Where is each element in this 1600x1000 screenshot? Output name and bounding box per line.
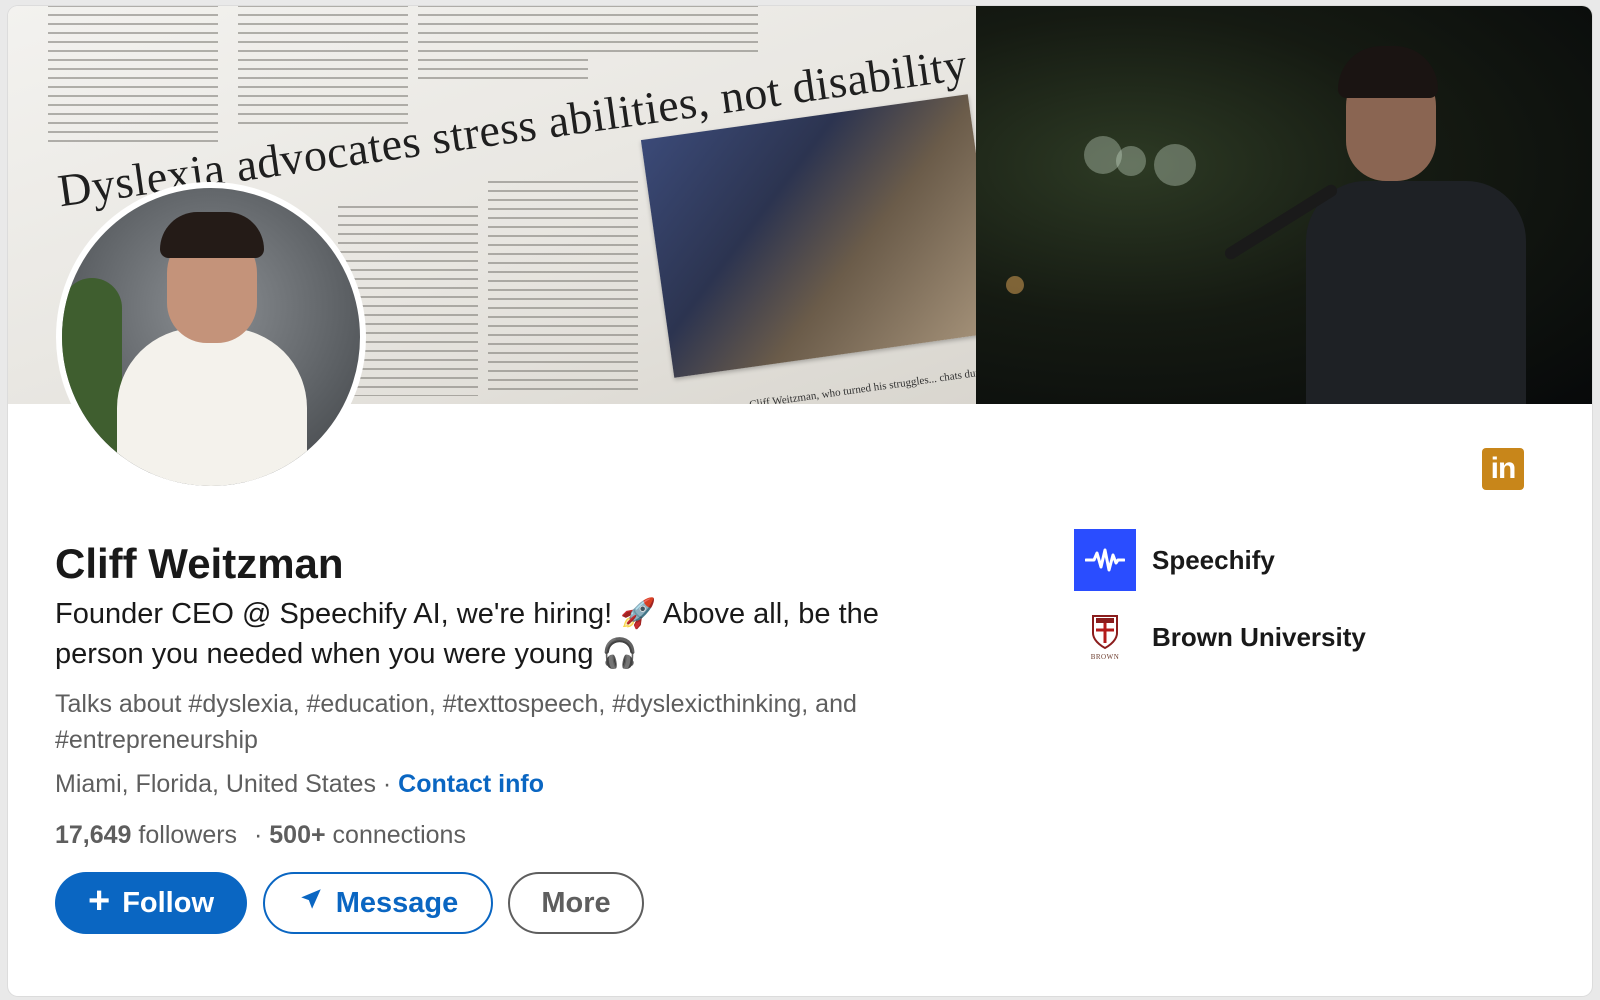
followers-label: followers [131,821,238,849]
org-speechify[interactable]: Speechify [1074,529,1275,591]
banner-newspaper-caption: Cliff Weitzman, who turned his struggles… [748,357,976,404]
profile-headline-line-1: Founder CEO @ Speechify AI, we're hiring… [55,598,879,630]
profile-name: Cliff Weitzman [55,540,344,587]
profile-location: Miami, Florida, United States [55,770,376,798]
location-separator: · [375,770,399,798]
brown-university-logo-icon: BROWN [1074,606,1136,668]
contact-info-link[interactable]: Contact info [398,770,544,798]
profile-topics-line-2: #entrepreneurship [55,726,258,754]
profile-card: Dyslexia advocates stress abilities, not… [8,6,1592,996]
followers-count: 17,649 [55,821,132,849]
message-button-label: Message [335,886,459,919]
brown-logo-caption: BROWN [1090,653,1120,661]
org-name: Speechify [1152,544,1275,575]
banner-stage-photo [976,6,1592,404]
stats-separator: · [247,821,270,849]
message-button[interactable]: Message [263,872,493,934]
send-icon [298,886,324,920]
speechify-logo-icon [1074,529,1136,591]
more-button[interactable]: More [508,872,644,934]
connections-count[interactable]: 500+ [269,821,325,849]
org-brown-university[interactable]: BROWN Brown University [1074,606,1366,668]
connections-label[interactable]: connections [326,821,466,849]
linkedin-icon[interactable]: in [1482,448,1524,490]
follow-button-label: Follow [122,886,215,919]
profile-headline-line-2: person you needed when you were young 🎧 [55,638,638,670]
profile-topics: Talks about #dyslexia, #education, #text… [55,686,1015,758]
newspaper-inset-photo [640,94,976,378]
profile-headline: Founder CEO @ Speechify AI, we're hiring… [55,594,1015,674]
follow-button[interactable]: + Follow [55,872,247,934]
profile-location-row: Miami, Florida, United States · Contact … [55,770,544,799]
profile-avatar[interactable] [56,182,366,492]
profile-stats: 17,649 followers · 500+ connections [55,821,466,850]
org-name: Brown University [1152,621,1366,652]
plus-icon: + [87,880,111,922]
more-button-label: More [541,886,611,919]
profile-topics-line-1: Talks about #dyslexia, #education, #text… [55,690,857,718]
